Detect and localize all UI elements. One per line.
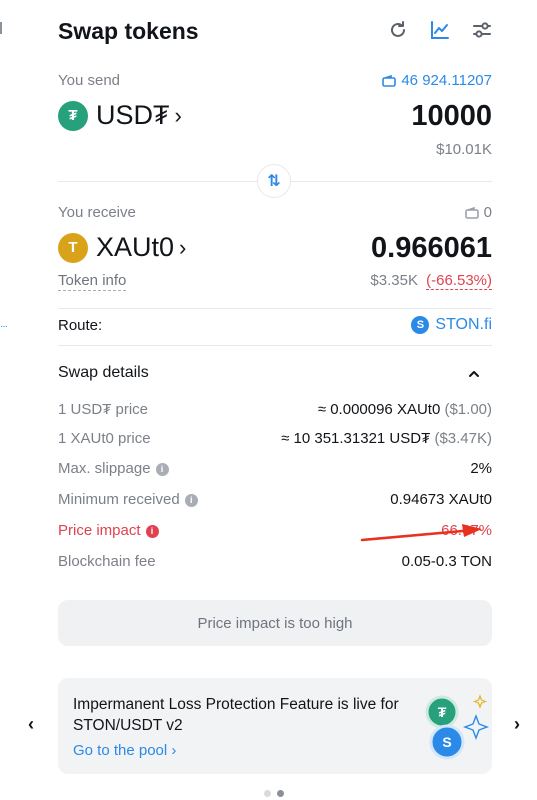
usdt-logo-icon: ₮ [58,100,88,131]
detail-row-max-slippage: Max. slippage i 2% [58,460,492,482]
ston-fi-logo-icon: S [411,316,430,334]
promo-link[interactable]: Go to the pool › [73,742,176,759]
chevron-right-icon: › [179,234,187,260]
promo-coins-illustration-icon: ₮ S [425,694,489,760]
page-title: Swap tokens [58,18,199,44]
warning-info-icon[interactable]: i [145,525,159,538]
carousel-pagination [264,790,284,797]
route-provider-name: STON.fi [435,316,492,333]
detail-value: ≈ 10 351.31321 USD₮ ($3.47K) [281,430,492,447]
swap-cta-button[interactable]: Price impact is too high [58,600,492,646]
detail-value: ≈ 0.000096 XAUt0 ($1.00) [318,401,492,418]
left-edge-dots: ··· [0,321,8,332]
receive-amount: 0.966061 [371,232,492,264]
wallet-icon [464,206,479,219]
swap-cta-label: Price impact is too high [197,614,353,632]
send-label: You send [58,72,121,89]
swap-details-title: Swap details [58,364,149,381]
detail-value-extra: ($3.47K) [434,430,492,447]
receive-usd-value: $3.35K [370,272,418,289]
promo-banner[interactable]: Impermanent Loss Protection Feature is l… [58,678,492,774]
detail-value: 0.94673 XAUt0 [390,491,492,508]
detail-value-extra: ($1.00) [444,401,492,418]
send-usd-value: $10.01K [436,141,492,158]
chevron-up-icon [468,366,480,384]
carousel-dot-active[interactable] [277,790,284,797]
receive-value-group: $3.35K (-66.53%) [370,272,492,290]
refresh-icon[interactable] [386,18,410,42]
send-balance-value: 46 924.11207 [401,72,492,89]
detail-value-main: ≈ 10 351.31321 USD₮ [281,430,431,447]
route-row: Route: S STON.fi [58,316,492,338]
detail-row-blockchain-fee: Blockchain fee 0.05-0.3 TON [58,553,492,575]
detail-key-group: Minimum received i [58,491,198,508]
receive-balance: 0 [464,204,492,221]
swap-details-toggle[interactable]: Swap details [58,364,492,386]
section-divider [58,345,492,346]
settings-sliders-icon[interactable] [470,18,494,42]
carousel-next-button[interactable]: › [514,714,520,735]
red-annotation-arrow-icon [360,524,482,542]
swap-arrows-icon: ⇅ [267,173,281,190]
detail-key: Blockchain fee [58,553,156,570]
chart-icon[interactable] [428,18,452,42]
chevron-right-icon: › [174,102,182,128]
detail-key: 1 XAUt0 price [58,430,151,447]
route-label: Route: [58,317,103,334]
receive-label: You receive [58,204,136,221]
header: Swap tokens [58,14,492,48]
detail-key-group: Price impact i [58,522,159,539]
detail-row-xaut-price: 1 XAUt0 price ≈ 10 351.31321 USD₮ ($3.47… [58,430,492,452]
xaut-logo-icon: T [58,232,88,263]
token-info-link[interactable]: Token info [58,272,127,291]
info-icon[interactable]: i [184,494,198,507]
left-edge-marker [0,22,2,34]
detail-value: 2% [470,460,492,477]
info-icon[interactable]: i [155,463,169,476]
detail-value-main: ≈ 0.000096 XAUt0 [317,401,441,418]
detail-key: Price impact [58,522,141,539]
detail-key: 1 USD₮ price [58,401,149,418]
chevron-right-icon: › [171,742,177,759]
promo-text: Impermanent Loss Protection Feature is l… [73,696,399,734]
detail-row-minimum-received: Minimum received i 0.94673 XAUt0 [58,491,492,513]
wallet-icon [382,74,397,87]
detail-key: Minimum received [58,491,180,508]
receive-token-selector[interactable]: T XAUt0 › [58,232,186,263]
detail-key: Max. slippage [58,460,151,477]
detail-key-group: Max. slippage i [58,460,169,477]
svg-text:S: S [442,734,451,750]
detail-value: 0.05-0.3 TON [401,553,492,570]
detail-row-usdt-price: 1 USD₮ price ≈ 0.000096 XAUt0 ($1.00) [58,401,492,423]
receive-token-name: XAUt0 [96,232,175,262]
carousel-prev-button[interactable]: ‹ [28,714,34,735]
receive-sub-row: Token info $3.35K (-66.53%) [58,272,492,294]
promo-link-label: Go to the pool [73,742,168,759]
swap-direction-button[interactable]: ⇅ [257,164,291,198]
send-token-name: USD₮ [96,100,170,130]
receive-header: You receive 0 [58,204,492,226]
send-amount-input[interactable]: 10000 [411,100,492,133]
svg-text:₮: ₮ [438,704,447,720]
carousel-dot[interactable] [264,790,271,797]
route-provider[interactable]: S STON.fi [411,316,492,334]
send-header: You send 46 924.11207 [58,72,492,94]
send-token-selector[interactable]: ₮ USD₮ › [58,100,182,131]
receive-change-percent: (-66.53%) [426,272,492,290]
section-divider [58,308,492,309]
send-balance[interactable]: 46 924.11207 [382,72,492,89]
receive-balance-value: 0 [483,204,492,221]
